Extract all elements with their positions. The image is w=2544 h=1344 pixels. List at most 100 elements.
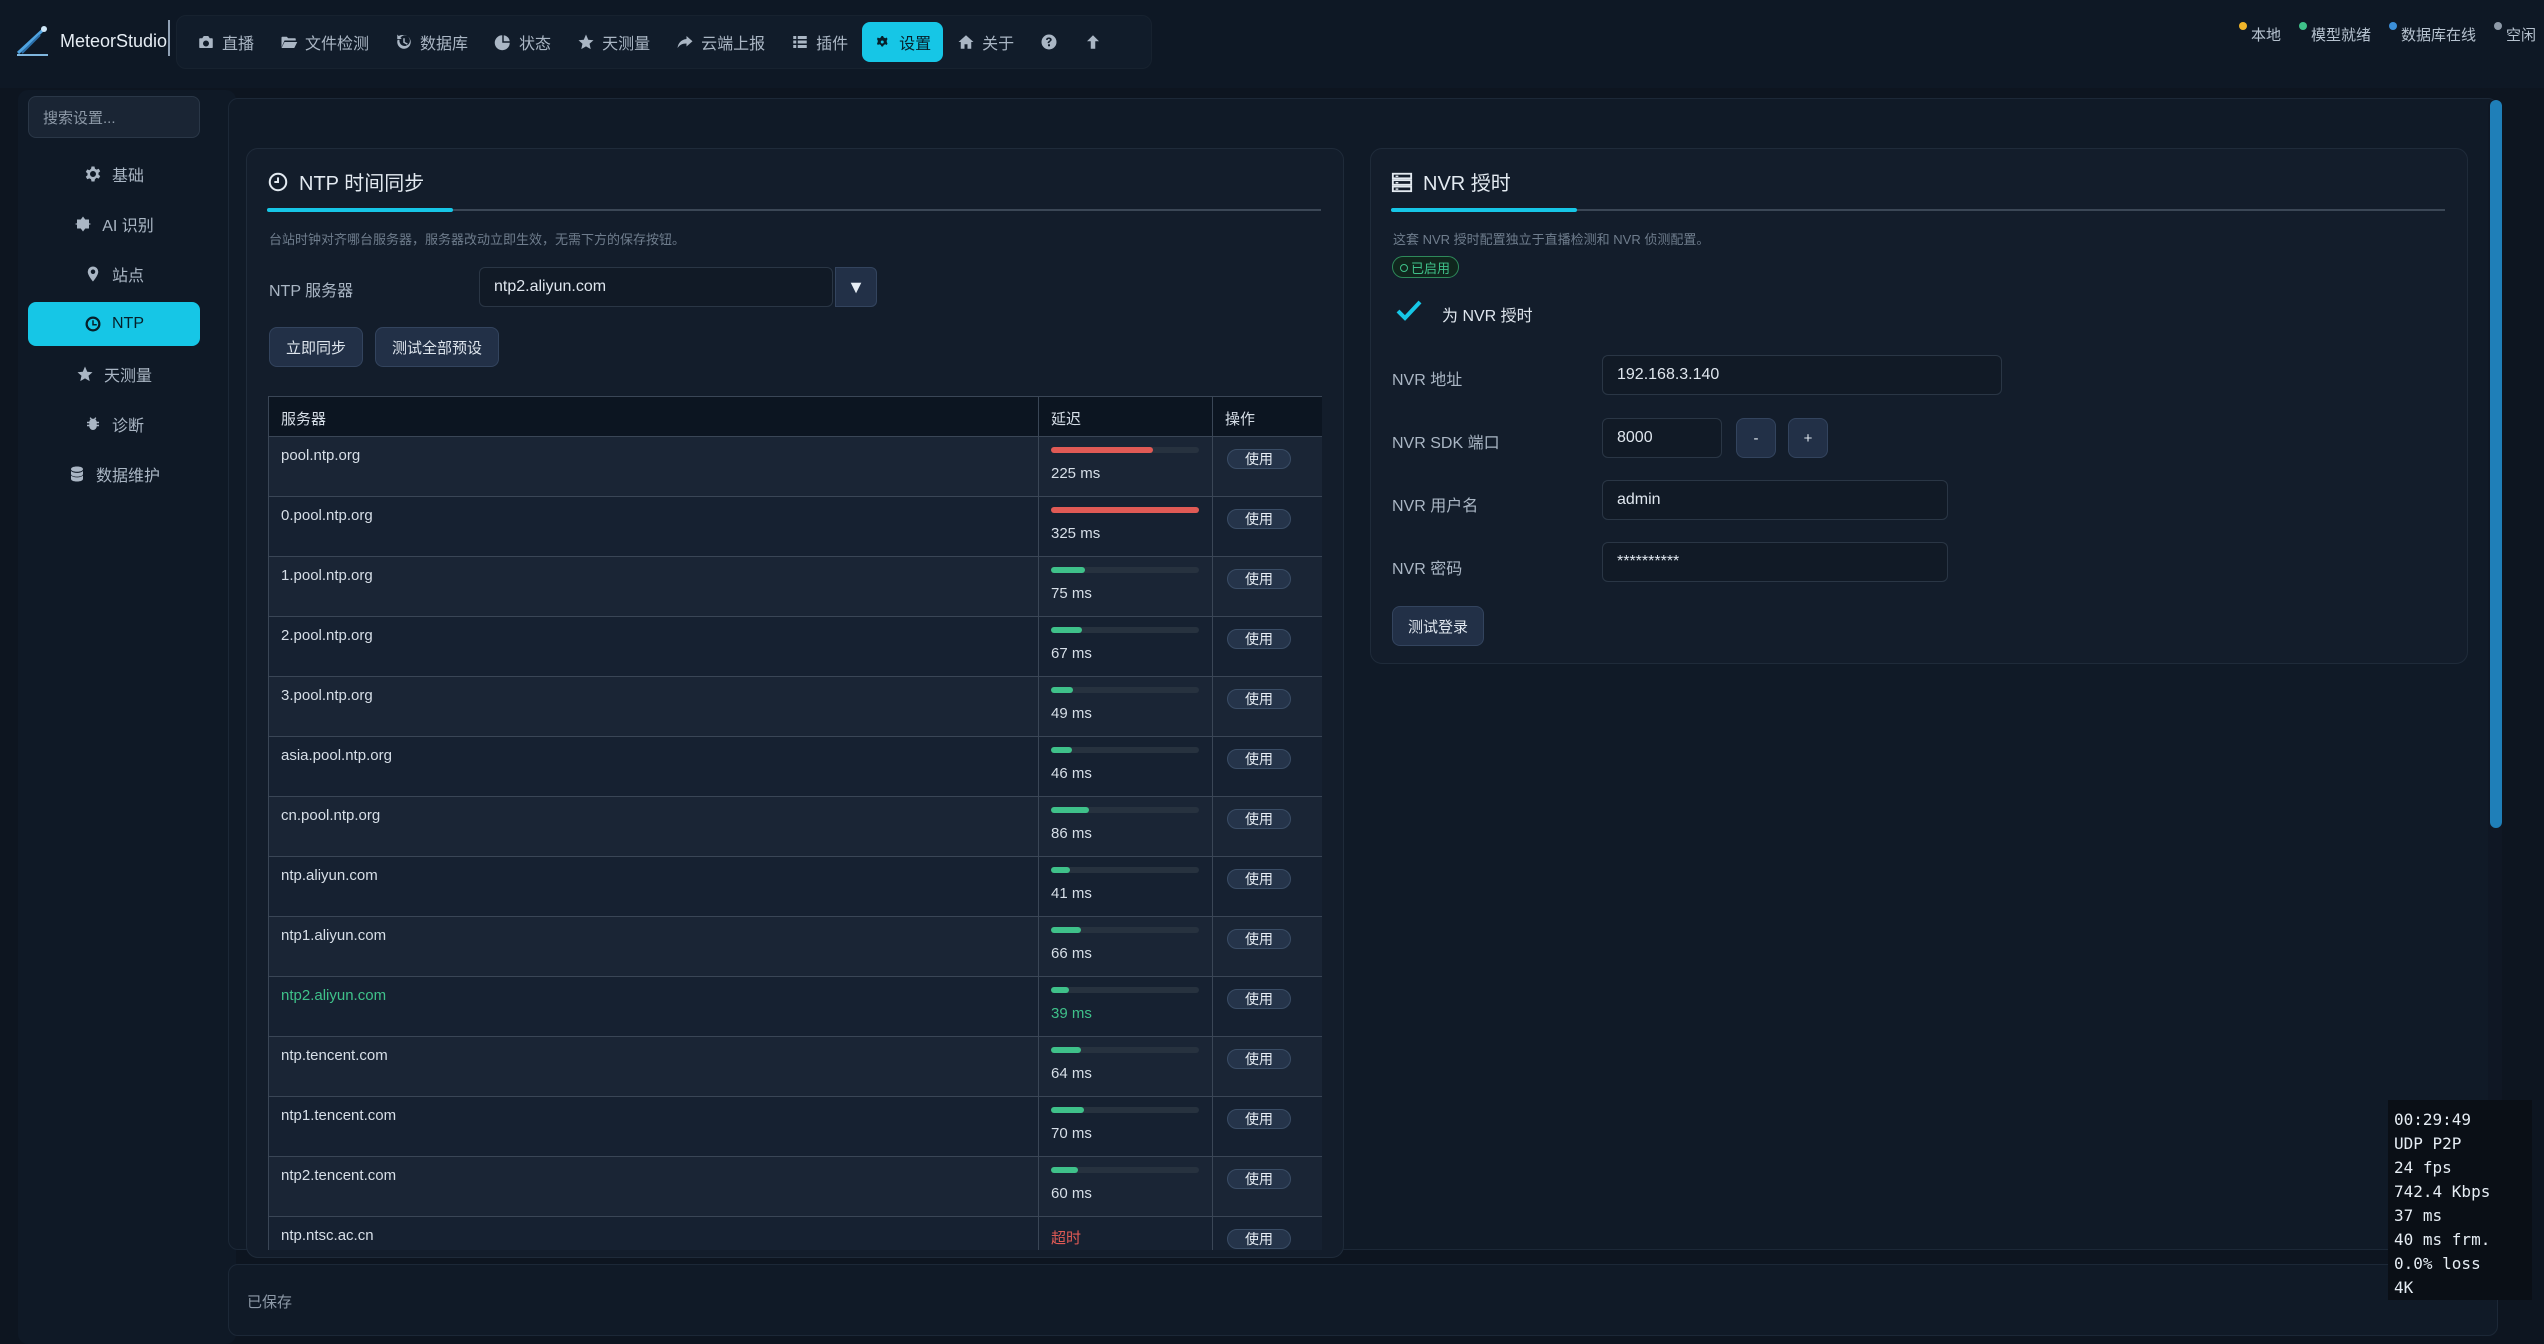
nvr-port-input[interactable]: 8000 (1602, 418, 1722, 458)
table-row: asia.pool.ntp.org 46 ms 使用 (268, 736, 1322, 797)
top-bar: MeteorStudio 直播 文件检测 数据库 状态 天测量 云端上报 插件 … (0, 0, 2544, 88)
sync-now-button[interactable]: 立即同步 (269, 327, 363, 367)
use-server-button[interactable]: 使用 (1227, 629, 1291, 649)
latency-bar-fill (1051, 867, 1071, 873)
use-server-button[interactable]: 使用 (1227, 509, 1291, 529)
latency-bar (1051, 627, 1199, 633)
action-cell: 使用 (1212, 496, 1322, 557)
use-server-button[interactable]: 使用 (1227, 1229, 1291, 1249)
stat-loss: 0.0% loss (2394, 1254, 2481, 1273)
latency-value: 325 ms (1051, 525, 1101, 542)
latency-value: 64 ms (1051, 1065, 1092, 1082)
ntp-server-table: 服务器 延迟 操作 pool.ntp.org 225 ms 使用 0.pool.ntp… (268, 396, 1322, 1250)
nav-astrometry[interactable]: 天测量 (565, 22, 662, 62)
nav-settings[interactable]: 设置 (862, 22, 944, 62)
nvr-port-decrement-button[interactable]: - (1736, 418, 1776, 458)
use-server-button[interactable]: 使用 (1227, 929, 1291, 949)
table-row: ntp2.tencent.com 60 ms 使用 (268, 1156, 1322, 1217)
latency-bar-fill (1051, 507, 1199, 513)
latency-cell: 75 ms (1038, 556, 1213, 617)
nvr-enable-label: 为 NVR 授时 (1442, 308, 1533, 325)
sidebar-item-basic[interactable]: 基础 (28, 152, 200, 196)
use-server-button[interactable]: 使用 (1227, 869, 1291, 889)
ntp-title-accent (267, 208, 453, 212)
status-dot (2388, 22, 2397, 30)
use-server-button[interactable]: 使用 (1227, 1049, 1291, 1069)
main-scrollbar-thumb[interactable] (2490, 100, 2502, 828)
use-server-button[interactable]: 使用 (1227, 1169, 1291, 1189)
latency-value: 60 ms (1051, 1185, 1092, 1202)
nav-label: 插件 (816, 36, 849, 53)
nav-cloud-report[interactable]: 云端上报 (664, 22, 777, 62)
latency-cell: 60 ms (1038, 1156, 1213, 1217)
nav-upload[interactable] (1072, 22, 1114, 62)
stat-frame-time: 40 ms frm. (2394, 1230, 2491, 1249)
stat-fps: 24 fps (2394, 1158, 2452, 1177)
latency-value: 67 ms (1051, 645, 1092, 662)
table-row: 1.pool.ntp.org 75 ms 使用 (268, 556, 1322, 617)
sidebar-item-data-maintenance[interactable]: 数据维护 (28, 452, 200, 496)
nav-status[interactable]: 状态 (482, 22, 563, 62)
server-name-cell: pool.ntp.org (268, 436, 1039, 497)
sidebar-item-station[interactable]: 站点 (28, 252, 200, 296)
use-server-button[interactable]: 使用 (1227, 809, 1291, 829)
nav-help[interactable] (1028, 22, 1070, 62)
nvr-title-accent (1391, 208, 1577, 212)
list-icon (793, 36, 807, 48)
nav-label: 云端上报 (701, 36, 766, 53)
latency-value: 66 ms (1051, 945, 1092, 962)
latency-timeout-text: 超时 (1051, 1230, 1082, 1247)
use-server-button[interactable]: 使用 (1227, 689, 1291, 709)
action-cell: 使用 (1212, 676, 1322, 737)
table-row: ntp1.aliyun.com 66 ms 使用 (268, 916, 1322, 977)
latency-bar-fill (1051, 987, 1069, 993)
nav-live[interactable]: 直播 (185, 22, 266, 62)
nav-file-detect[interactable]: 文件检测 (268, 22, 381, 62)
latency-cell: 325 ms (1038, 496, 1213, 557)
nvr-enable-checkbox[interactable] (1394, 296, 1424, 326)
latency-bar (1051, 507, 1199, 513)
bug-icon (86, 417, 99, 430)
latency-bar (1051, 1047, 1199, 1053)
use-server-button[interactable]: 使用 (1227, 569, 1291, 589)
nvr-address-input[interactable]: 192.168.3.140 (1602, 355, 2002, 395)
stat-bitrate: 742.4 Kbps (2394, 1182, 2491, 1201)
server-name-cell: ntp.tencent.com (268, 1036, 1039, 1097)
ntp-server-select[interactable]: ntp2.aliyun.com (479, 267, 833, 307)
settings-sidebar: 搜索设置... 基础 AI 识别 站点 NTP 天测量 诊断 数据维护 (18, 90, 236, 1344)
nav-plugins[interactable]: 插件 (779, 22, 860, 62)
sidebar-item-ntp[interactable]: NTP (28, 302, 200, 346)
nvr-enabled-badge: 已启用 (1392, 256, 1460, 278)
camera-icon (199, 36, 213, 48)
status-database-online: 数据库在线 (2388, 22, 2476, 45)
ntp-hint: 台站时钟对齐哪台服务器，服务器改动立即生效，无需下方的保存按钮。 (269, 232, 686, 247)
sidebar-item-ai[interactable]: AI 识别 (28, 202, 200, 246)
nvr-port-increment-button[interactable]: + (1788, 418, 1828, 458)
use-server-button[interactable]: 使用 (1227, 449, 1291, 469)
table-row: ntp1.tencent.com 70 ms 使用 (268, 1096, 1322, 1157)
latency-cell: 66 ms (1038, 916, 1213, 977)
latency-bar-fill (1051, 1107, 1084, 1113)
use-server-button[interactable]: 使用 (1227, 989, 1291, 1009)
status-local: 本地 (2238, 22, 2281, 45)
latency-bar-fill (1051, 1167, 1078, 1173)
sidebar-item-astrometry[interactable]: 天测量 (28, 352, 200, 396)
nav-database[interactable]: 数据库 (383, 22, 480, 62)
use-server-button[interactable]: 使用 (1227, 1109, 1291, 1129)
latency-bar (1051, 927, 1199, 933)
nvr-test-login-button[interactable]: 测试登录 (1392, 606, 1484, 646)
latency-value: 75 ms (1051, 585, 1092, 602)
test-all-presets-button[interactable]: 测试全部预设 (375, 327, 499, 367)
action-cell: 使用 (1212, 916, 1322, 977)
ntp-server-dropdown-button[interactable]: ▼ (835, 267, 877, 307)
latency-bar-fill (1051, 687, 1074, 693)
sidebar-item-diagnostics[interactable]: 诊断 (28, 402, 200, 446)
nvr-password-input[interactable]: ********** (1602, 542, 1948, 582)
nvr-username-input[interactable]: admin (1602, 480, 1948, 520)
settings-search-input[interactable]: 搜索设置... (28, 96, 200, 138)
brain-icon (74, 216, 92, 232)
folder-open-icon (281, 36, 298, 48)
question-circle-icon (1041, 34, 1057, 50)
nav-about[interactable]: 关于 (945, 22, 1026, 62)
use-server-button[interactable]: 使用 (1227, 749, 1291, 769)
